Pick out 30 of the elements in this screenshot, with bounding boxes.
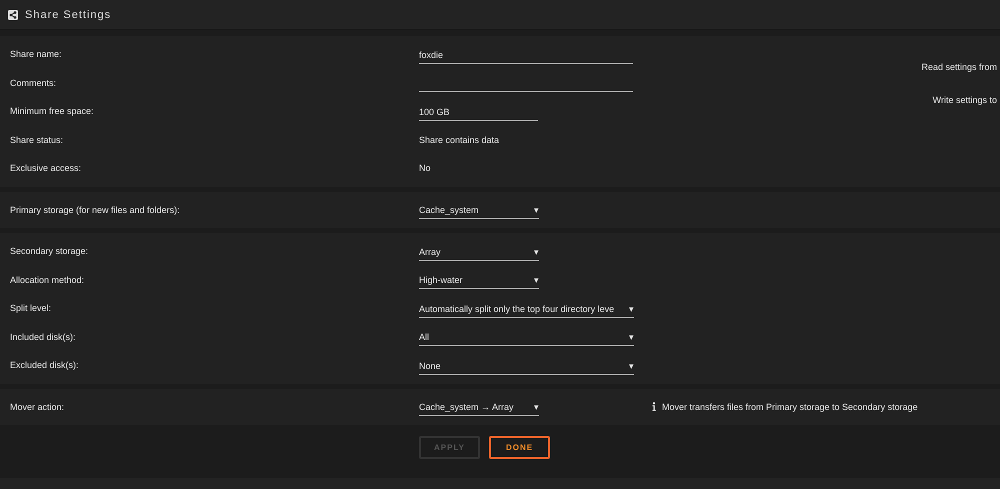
hint-text: Mover transfers files from Primary storage to Secondary storage xyxy=(662,402,918,412)
field-label: Mover action: xyxy=(10,402,66,412)
dropdown[interactable]: All ▾ xyxy=(419,327,634,346)
text-field[interactable]: 100 GB xyxy=(419,102,538,121)
field-label: Minimum free space: xyxy=(10,106,95,116)
field-label: Excluded disk(s): xyxy=(10,360,80,370)
dropdown[interactable]: Cache_system ▾ xyxy=(419,200,539,220)
share-icon xyxy=(8,10,18,20)
dropdown[interactable]: Cache_system → Array ▾ xyxy=(419,397,539,416)
field-label: Exclusive access: xyxy=(10,163,82,174)
dropdown[interactable]: High-water ▾ xyxy=(419,270,539,290)
dropdown[interactable]: None ▾ xyxy=(419,356,634,375)
field-label: Allocation method: xyxy=(10,274,86,285)
field-value: No xyxy=(419,163,431,174)
side-label: Write settings to xyxy=(932,95,997,105)
field-label: Secondary storage: xyxy=(10,246,90,256)
panel-title: Share Settings xyxy=(25,8,112,20)
side-label: Read settings from xyxy=(921,62,997,72)
field-label: Comments: xyxy=(10,78,58,88)
field-label: Included disk(s): xyxy=(10,332,77,342)
field-label: Share name: xyxy=(10,49,63,60)
field-label: Share status: xyxy=(10,134,64,145)
dropdown[interactable]: Array ▾ xyxy=(419,242,539,261)
dropdown[interactable]: Automatically split only the top four directory leve ▾ xyxy=(419,298,634,318)
field-value: Share contains data xyxy=(419,134,500,145)
info-icon xyxy=(652,402,656,412)
action-button[interactable]: DONE xyxy=(489,436,550,459)
field-label: Split level: xyxy=(10,303,52,314)
text-field[interactable]: foxdie xyxy=(419,44,633,64)
field-label: Primary storage (for new files and folders): xyxy=(10,204,181,215)
